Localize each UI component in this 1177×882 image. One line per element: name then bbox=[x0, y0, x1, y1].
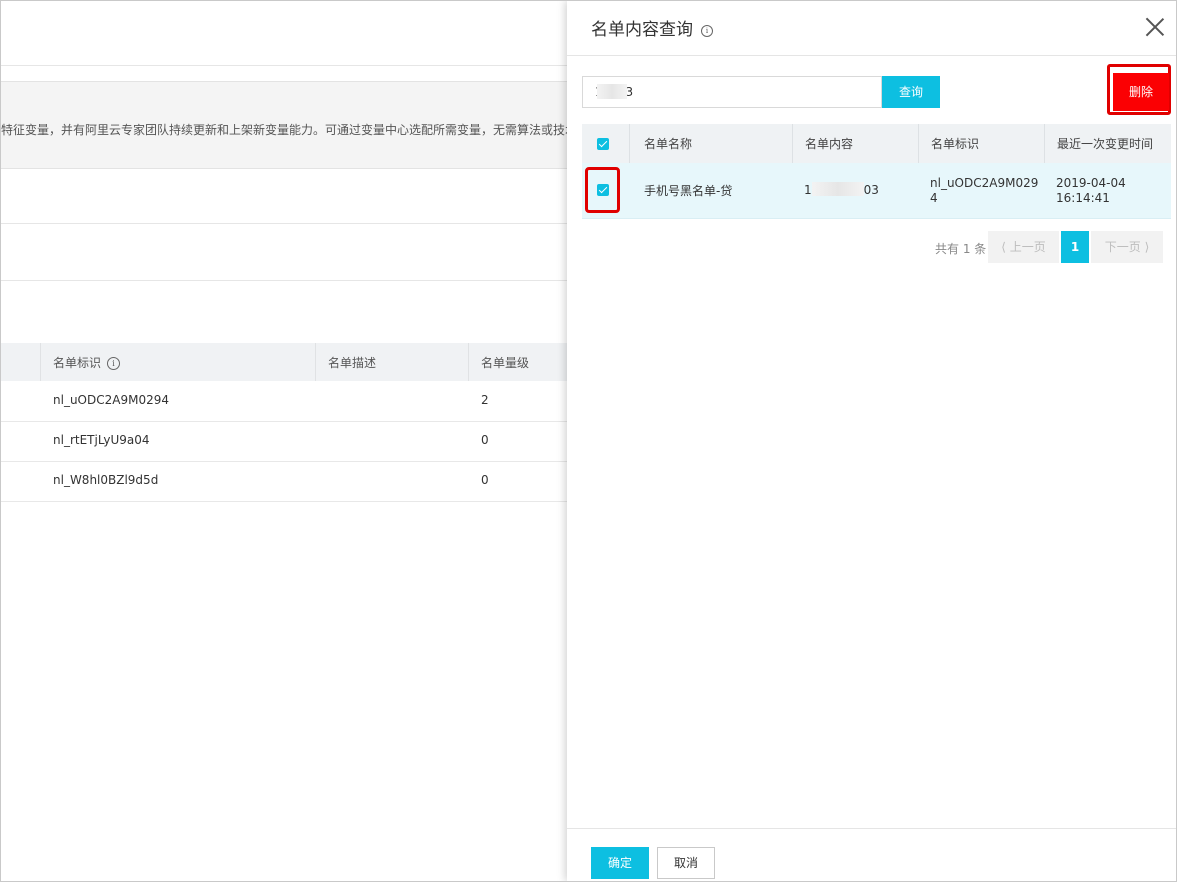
table-row[interactable]: 手机号黑名单-贷 1 03 nl_uODC2A9M029 4 2019-04-04 1… bbox=[582, 163, 1171, 219]
column-header-list-count: 名单量级 bbox=[481, 356, 530, 370]
notice-text: 特征变量，并有阿里云专家团队持续更新和上架新变量能力。可通过变量中心选配所需变量… bbox=[1, 123, 578, 137]
content-table-header: 名单名称 名单内容 名单标识 最近一次变更时间 bbox=[582, 124, 1171, 163]
column-header-list-desc: 名单描述 bbox=[328, 356, 377, 370]
column-divider bbox=[1044, 124, 1045, 163]
column-divider bbox=[468, 343, 469, 381]
drawer-header: 名单内容查询 i bbox=[567, 1, 1176, 56]
updated-time-cell: 2019-04-04 16:14:41 bbox=[1056, 176, 1126, 206]
list-id-cell: nl_uODC2A9M0294 bbox=[930, 176, 1038, 206]
divider bbox=[1, 223, 567, 224]
drawer-title: 名单内容查询 i bbox=[591, 15, 713, 40]
list-name-cell: 手机号黑名单-贷 bbox=[644, 184, 733, 198]
list-content-query-drawer: 名单内容查询 i 查询 删除 名单名称 名单内容 名单标识 最近一次变更时间 手机… bbox=[567, 1, 1176, 881]
divider bbox=[1, 65, 567, 66]
next-page-button[interactable]: 下一页 ⟩ bbox=[1091, 231, 1163, 263]
column-divider bbox=[792, 124, 793, 163]
cancel-button[interactable]: 取消 bbox=[657, 847, 715, 879]
column-header-list-id: 名单标识 i bbox=[53, 354, 121, 371]
delete-button[interactable]: 删除 bbox=[1113, 73, 1169, 111]
column-header-content: 名单内容 bbox=[805, 137, 854, 151]
page-number-current[interactable]: 1 bbox=[1061, 231, 1089, 263]
column-divider bbox=[918, 124, 919, 163]
table-row[interactable]: nl_uODC2A9M0294 2 bbox=[1, 381, 567, 422]
updated-date: 2019-04-04 bbox=[1056, 176, 1126, 190]
info-icon[interactable]: i bbox=[701, 25, 713, 37]
content-suffix: 03 bbox=[863, 183, 879, 197]
column-label: 名单标识 bbox=[53, 356, 102, 370]
chevron-right-icon: ⟩ bbox=[1144, 240, 1150, 254]
masked-content bbox=[597, 84, 627, 99]
list-id-line: nl_uODC2A9M029 bbox=[930, 176, 1039, 190]
next-page-label: 下一页 bbox=[1104, 240, 1141, 254]
column-header-id: 名单标识 bbox=[931, 137, 980, 151]
list-id-cell: nl_uODC2A9M0294 bbox=[53, 393, 169, 407]
column-divider bbox=[629, 124, 630, 163]
query-button[interactable]: 查询 bbox=[882, 76, 940, 108]
confirm-button[interactable]: 确定 bbox=[591, 847, 649, 879]
pagination-total: 共有 1 条 bbox=[935, 242, 987, 256]
list-id-cell: nl_rtETjLyU9a04 bbox=[53, 433, 150, 447]
select-all-checkbox[interactable] bbox=[597, 138, 609, 150]
info-icon[interactable]: i bbox=[107, 357, 121, 370]
table-row[interactable]: nl_rtETjLyU9a04 0 bbox=[1, 421, 567, 462]
column-header-name: 名单名称 bbox=[644, 137, 693, 151]
search-input[interactable] bbox=[582, 76, 882, 108]
divider bbox=[1, 280, 567, 281]
masked-content bbox=[811, 182, 864, 196]
drawer-footer: 确定 取消 bbox=[567, 828, 1176, 881]
table-row[interactable]: nl_W8hl0BZl9d5d 0 bbox=[1, 461, 567, 502]
column-divider bbox=[315, 343, 316, 381]
list-count-cell: 0 bbox=[481, 473, 489, 487]
prev-page-button[interactable]: ⟨ 上一页 bbox=[988, 231, 1059, 263]
content-prefix: 1 bbox=[804, 183, 812, 197]
app-frame: 特征变量，并有阿里云专家团队持续更新和上架新变量能力。可通过变量中心选配所需变量… bbox=[0, 0, 1177, 882]
list-content-cell: 1 03 bbox=[804, 182, 879, 197]
column-divider bbox=[40, 343, 41, 381]
column-header-updated-time: 最近一次变更时间 bbox=[1057, 137, 1154, 151]
list-id-cell: nl_W8hl0BZl9d5d bbox=[53, 473, 159, 487]
prev-page-label: 上一页 bbox=[1009, 240, 1046, 254]
notice-banner: 特征变量，并有阿里云专家团队持续更新和上架新变量能力。可通过变量中心选配所需变量… bbox=[1, 81, 577, 169]
list-id-line: 4 bbox=[930, 191, 938, 205]
updated-time: 16:14:41 bbox=[1056, 191, 1110, 205]
list-count-cell: 2 bbox=[481, 393, 489, 407]
list-count-cell: 0 bbox=[481, 433, 489, 447]
drawer-title-text: 名单内容查询 bbox=[591, 20, 693, 40]
chevron-left-icon: ⟨ bbox=[1001, 240, 1006, 254]
list-table-header: 名单标识 i 名单描述 名单量级 bbox=[1, 343, 567, 381]
close-icon[interactable] bbox=[1145, 17, 1165, 37]
row-checkbox-highlight bbox=[585, 167, 620, 213]
background-page: 特征变量，并有阿里云专家团队持续更新和上架新变量能力。可通过变量中心选配所需变量… bbox=[1, 1, 577, 881]
